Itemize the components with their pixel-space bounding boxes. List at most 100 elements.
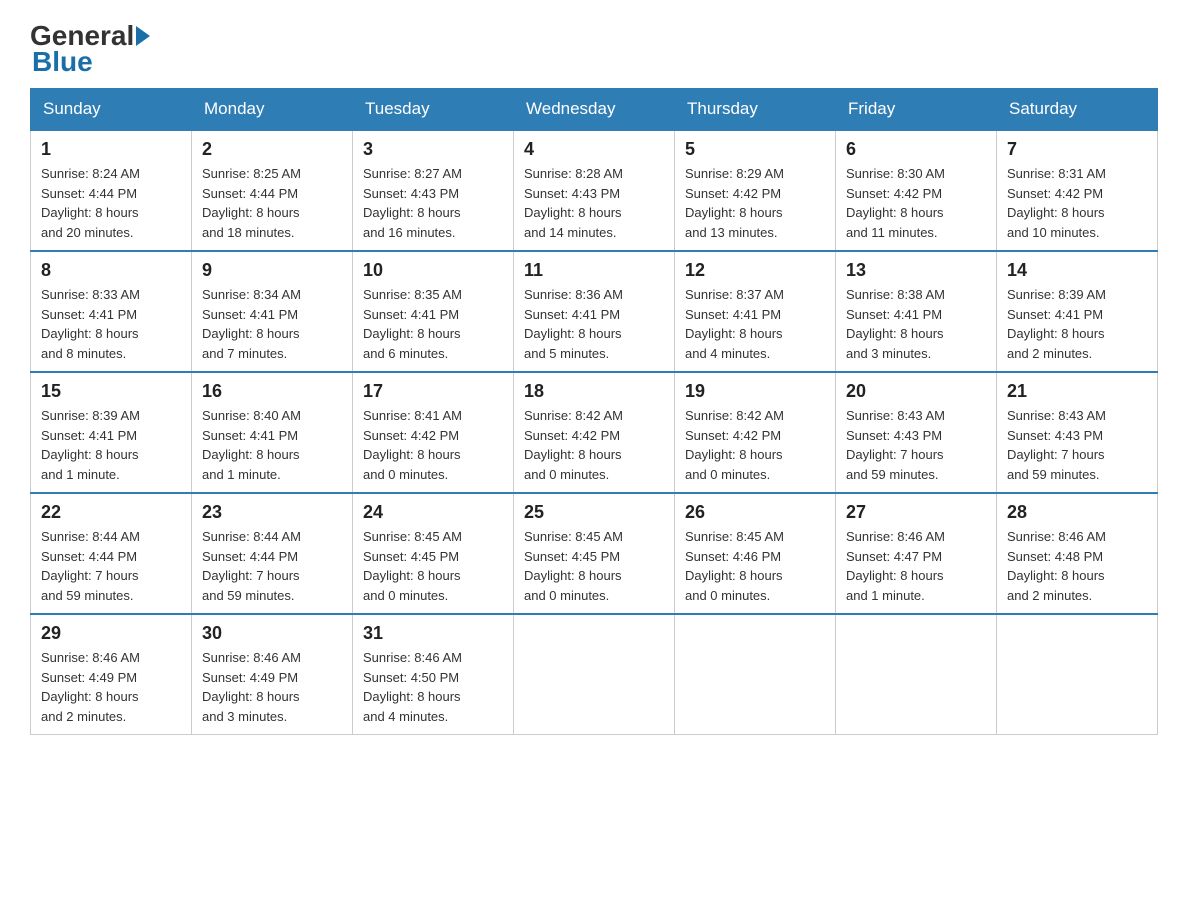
calendar-cell: 25 Sunrise: 8:45 AMSunset: 4:45 PMDaylig… [514, 493, 675, 614]
day-info: Sunrise: 8:44 AMSunset: 4:44 PMDaylight:… [41, 527, 181, 605]
logo-arrow-icon [136, 26, 150, 46]
calendar-week-row: 15 Sunrise: 8:39 AMSunset: 4:41 PMDaylig… [31, 372, 1158, 493]
calendar-cell: 5 Sunrise: 8:29 AMSunset: 4:42 PMDayligh… [675, 130, 836, 251]
day-info: Sunrise: 8:45 AMSunset: 4:45 PMDaylight:… [524, 527, 664, 605]
calendar-header-thursday: Thursday [675, 89, 836, 131]
day-info: Sunrise: 8:30 AMSunset: 4:42 PMDaylight:… [846, 164, 986, 242]
day-number: 13 [846, 260, 986, 281]
day-number: 17 [363, 381, 503, 402]
day-number: 22 [41, 502, 181, 523]
day-info: Sunrise: 8:43 AMSunset: 4:43 PMDaylight:… [846, 406, 986, 484]
day-number: 3 [363, 139, 503, 160]
day-info: Sunrise: 8:41 AMSunset: 4:42 PMDaylight:… [363, 406, 503, 484]
day-number: 1 [41, 139, 181, 160]
calendar-cell: 30 Sunrise: 8:46 AMSunset: 4:49 PMDaylig… [192, 614, 353, 735]
day-number: 2 [202, 139, 342, 160]
calendar-cell [997, 614, 1158, 735]
day-number: 18 [524, 381, 664, 402]
day-info: Sunrise: 8:33 AMSunset: 4:41 PMDaylight:… [41, 285, 181, 363]
day-number: 15 [41, 381, 181, 402]
calendar-cell: 22 Sunrise: 8:44 AMSunset: 4:44 PMDaylig… [31, 493, 192, 614]
day-number: 6 [846, 139, 986, 160]
calendar-cell: 11 Sunrise: 8:36 AMSunset: 4:41 PMDaylig… [514, 251, 675, 372]
day-number: 10 [363, 260, 503, 281]
calendar-cell: 21 Sunrise: 8:43 AMSunset: 4:43 PMDaylig… [997, 372, 1158, 493]
calendar-cell: 14 Sunrise: 8:39 AMSunset: 4:41 PMDaylig… [997, 251, 1158, 372]
day-number: 31 [363, 623, 503, 644]
day-info: Sunrise: 8:25 AMSunset: 4:44 PMDaylight:… [202, 164, 342, 242]
day-number: 8 [41, 260, 181, 281]
calendar-cell: 24 Sunrise: 8:45 AMSunset: 4:45 PMDaylig… [353, 493, 514, 614]
calendar-cell: 2 Sunrise: 8:25 AMSunset: 4:44 PMDayligh… [192, 130, 353, 251]
day-info: Sunrise: 8:40 AMSunset: 4:41 PMDaylight:… [202, 406, 342, 484]
calendar-header-wednesday: Wednesday [514, 89, 675, 131]
day-info: Sunrise: 8:44 AMSunset: 4:44 PMDaylight:… [202, 527, 342, 605]
calendar-cell: 1 Sunrise: 8:24 AMSunset: 4:44 PMDayligh… [31, 130, 192, 251]
day-number: 25 [524, 502, 664, 523]
calendar-cell [514, 614, 675, 735]
day-info: Sunrise: 8:24 AMSunset: 4:44 PMDaylight:… [41, 164, 181, 242]
day-info: Sunrise: 8:46 AMSunset: 4:47 PMDaylight:… [846, 527, 986, 605]
day-info: Sunrise: 8:46 AMSunset: 4:48 PMDaylight:… [1007, 527, 1147, 605]
day-number: 11 [524, 260, 664, 281]
calendar-header-sunday: Sunday [31, 89, 192, 131]
calendar-cell: 18 Sunrise: 8:42 AMSunset: 4:42 PMDaylig… [514, 372, 675, 493]
calendar-cell: 6 Sunrise: 8:30 AMSunset: 4:42 PMDayligh… [836, 130, 997, 251]
calendar-week-row: 8 Sunrise: 8:33 AMSunset: 4:41 PMDayligh… [31, 251, 1158, 372]
day-info: Sunrise: 8:28 AMSunset: 4:43 PMDaylight:… [524, 164, 664, 242]
day-number: 12 [685, 260, 825, 281]
calendar-cell: 19 Sunrise: 8:42 AMSunset: 4:42 PMDaylig… [675, 372, 836, 493]
day-number: 27 [846, 502, 986, 523]
day-number: 24 [363, 502, 503, 523]
calendar-cell: 8 Sunrise: 8:33 AMSunset: 4:41 PMDayligh… [31, 251, 192, 372]
day-number: 26 [685, 502, 825, 523]
calendar-table: SundayMondayTuesdayWednesdayThursdayFrid… [30, 88, 1158, 735]
calendar-cell: 7 Sunrise: 8:31 AMSunset: 4:42 PMDayligh… [997, 130, 1158, 251]
page-header: General Blue [30, 20, 1158, 78]
day-info: Sunrise: 8:46 AMSunset: 4:49 PMDaylight:… [41, 648, 181, 726]
day-info: Sunrise: 8:46 AMSunset: 4:50 PMDaylight:… [363, 648, 503, 726]
day-number: 20 [846, 381, 986, 402]
calendar-cell: 16 Sunrise: 8:40 AMSunset: 4:41 PMDaylig… [192, 372, 353, 493]
calendar-cell: 3 Sunrise: 8:27 AMSunset: 4:43 PMDayligh… [353, 130, 514, 251]
calendar-cell [836, 614, 997, 735]
day-info: Sunrise: 8:46 AMSunset: 4:49 PMDaylight:… [202, 648, 342, 726]
calendar-header-tuesday: Tuesday [353, 89, 514, 131]
day-number: 30 [202, 623, 342, 644]
day-number: 23 [202, 502, 342, 523]
day-info: Sunrise: 8:45 AMSunset: 4:45 PMDaylight:… [363, 527, 503, 605]
calendar-header-row: SundayMondayTuesdayWednesdayThursdayFrid… [31, 89, 1158, 131]
day-number: 7 [1007, 139, 1147, 160]
calendar-header-friday: Friday [836, 89, 997, 131]
calendar-cell: 13 Sunrise: 8:38 AMSunset: 4:41 PMDaylig… [836, 251, 997, 372]
calendar-header-monday: Monday [192, 89, 353, 131]
calendar-cell: 4 Sunrise: 8:28 AMSunset: 4:43 PMDayligh… [514, 130, 675, 251]
calendar-cell: 17 Sunrise: 8:41 AMSunset: 4:42 PMDaylig… [353, 372, 514, 493]
day-info: Sunrise: 8:39 AMSunset: 4:41 PMDaylight:… [41, 406, 181, 484]
day-info: Sunrise: 8:38 AMSunset: 4:41 PMDaylight:… [846, 285, 986, 363]
day-number: 9 [202, 260, 342, 281]
day-number: 19 [685, 381, 825, 402]
day-info: Sunrise: 8:35 AMSunset: 4:41 PMDaylight:… [363, 285, 503, 363]
day-number: 16 [202, 381, 342, 402]
calendar-cell: 26 Sunrise: 8:45 AMSunset: 4:46 PMDaylig… [675, 493, 836, 614]
day-info: Sunrise: 8:39 AMSunset: 4:41 PMDaylight:… [1007, 285, 1147, 363]
calendar-cell: 12 Sunrise: 8:37 AMSunset: 4:41 PMDaylig… [675, 251, 836, 372]
day-info: Sunrise: 8:42 AMSunset: 4:42 PMDaylight:… [685, 406, 825, 484]
calendar-cell: 10 Sunrise: 8:35 AMSunset: 4:41 PMDaylig… [353, 251, 514, 372]
day-info: Sunrise: 8:37 AMSunset: 4:41 PMDaylight:… [685, 285, 825, 363]
calendar-cell [675, 614, 836, 735]
calendar-week-row: 1 Sunrise: 8:24 AMSunset: 4:44 PMDayligh… [31, 130, 1158, 251]
day-info: Sunrise: 8:31 AMSunset: 4:42 PMDaylight:… [1007, 164, 1147, 242]
calendar-cell: 29 Sunrise: 8:46 AMSunset: 4:49 PMDaylig… [31, 614, 192, 735]
day-number: 14 [1007, 260, 1147, 281]
logo: General Blue [30, 20, 152, 78]
day-number: 4 [524, 139, 664, 160]
day-number: 5 [685, 139, 825, 160]
calendar-cell: 20 Sunrise: 8:43 AMSunset: 4:43 PMDaylig… [836, 372, 997, 493]
day-number: 28 [1007, 502, 1147, 523]
day-info: Sunrise: 8:43 AMSunset: 4:43 PMDaylight:… [1007, 406, 1147, 484]
calendar-header-saturday: Saturday [997, 89, 1158, 131]
calendar-cell: 9 Sunrise: 8:34 AMSunset: 4:41 PMDayligh… [192, 251, 353, 372]
calendar-week-row: 22 Sunrise: 8:44 AMSunset: 4:44 PMDaylig… [31, 493, 1158, 614]
